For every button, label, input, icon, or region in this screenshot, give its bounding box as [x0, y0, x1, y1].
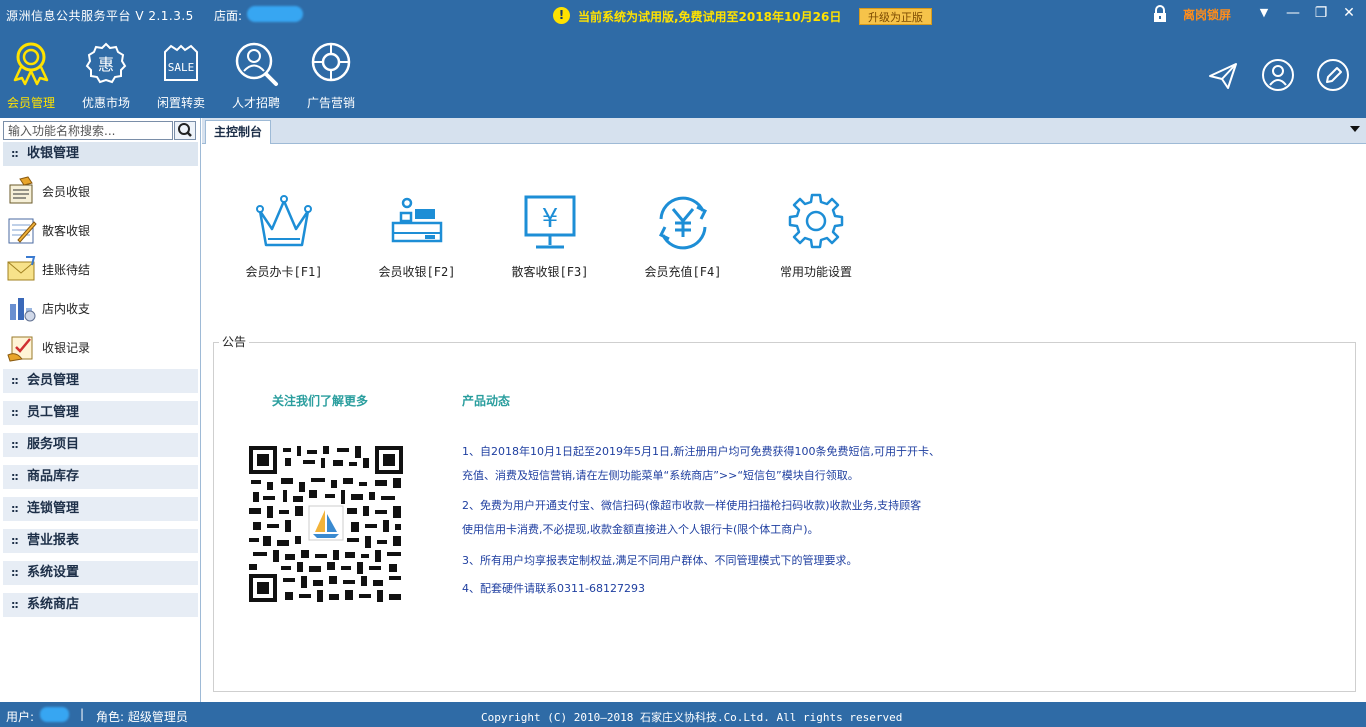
svg-text:¥: ¥ — [542, 204, 559, 234]
function-label: 常用功能设置 — [779, 265, 852, 279]
news-line: 2、免费为用户开通支付宝、微信扫码(像超市收款一样使用扫描枪扫码收款)收款业务,… — [462, 499, 922, 512]
separator: | — [80, 707, 85, 721]
cash-register-icon — [391, 197, 443, 243]
minimize-button[interactable]: — — [1283, 4, 1303, 22]
gear-icon — [788, 193, 844, 249]
checklist-icon — [7, 336, 33, 362]
news-line: 4、配套硬件请联系0311-68127293 — [462, 582, 645, 595]
tab-main-console[interactable]: 主控制台 — [205, 120, 271, 144]
crown-icon — [256, 195, 312, 247]
store-label: 店面: — [214, 9, 243, 23]
title-bar: 源洲信息公共服务平台 V 2.1.3.5 店面: ! 当前系统为试用版,免费试用… — [0, 0, 1366, 32]
close-button[interactable]: ✕ — [1339, 4, 1359, 22]
nav-item-ads[interactable]: 广告营销 — [295, 40, 367, 112]
restore-button[interactable]: ❐ — [1311, 4, 1331, 22]
function-label: 散客收银[F3] — [511, 265, 589, 279]
search-icon — [178, 123, 192, 137]
dropdown-icon[interactable]: ▼ — [1254, 4, 1274, 22]
chart-icon — [10, 298, 36, 322]
function-label: 会员收银[F2] — [378, 265, 456, 279]
discount-icon: 惠 — [85, 42, 127, 84]
copyright-text: Copyright (C) 2010—2018 石家庄义协科技.Co.Ltd. … — [481, 711, 903, 724]
register-icon — [9, 176, 33, 204]
nav-label: 人才招聘 — [231, 96, 280, 110]
nav-label: 优惠市场 — [81, 96, 130, 110]
sidebar-group-staff[interactable]: 员工管理 — [3, 401, 198, 425]
role-label: 角色: 超级管理员 — [96, 710, 188, 724]
sidebar-group-reports[interactable]: 营业报表 — [3, 529, 198, 553]
notice-title: 公告 — [219, 333, 250, 350]
tab-strip: 主控制台 — [202, 118, 1366, 144]
send-icon[interactable] — [1206, 58, 1240, 92]
sidebar-item-cashier-records[interactable]: 收银记录 — [6, 330, 196, 364]
lock-icon[interactable] — [1152, 5, 1168, 23]
sidebar-item-pending[interactable]: 挂账待结 — [6, 252, 196, 286]
ribbon-icon — [13, 42, 49, 86]
common-settings-button[interactable]: 常用功能设置 — [756, 191, 876, 287]
sidebar-item-label: 会员收银 — [42, 185, 91, 199]
follow-us-heading: 关注我们了解更多 — [272, 394, 369, 408]
magnifier-person-icon — [235, 42, 278, 86]
main-console: 会员办卡[F1] 会员收银[F2] ¥ 散客收银[F3] 会员充值[F4] 常用… — [202, 145, 1366, 702]
yen-monitor-icon: ¥ — [524, 195, 576, 249]
sidebar-group-inventory[interactable]: 商品库存 — [3, 465, 198, 489]
qr-code — [247, 444, 405, 604]
tab-menu-dropdown-icon[interactable] — [1350, 126, 1360, 132]
trial-notice: 当前系统为试用版,免费试用至2018年10月26日 — [578, 10, 842, 24]
guest-checkout-button[interactable]: ¥ 散客收银[F3] — [490, 191, 610, 287]
sale-bag-icon: SALE — [164, 44, 198, 81]
lock-screen-button[interactable]: 离岗锁屏 — [1183, 6, 1231, 23]
nav-label: 闲置转卖 — [156, 96, 205, 110]
sidebar-item-label: 店内收支 — [42, 302, 91, 316]
sidebar-item-label: 挂账待结 — [42, 263, 91, 277]
sidebar-group-member[interactable]: 会员管理 — [3, 369, 198, 393]
search-button[interactable] — [174, 121, 196, 140]
edit-icon[interactable] — [1316, 58, 1350, 92]
nav-item-resale[interactable]: SALE 闲置转卖 — [145, 40, 217, 112]
member-card-button[interactable]: 会员办卡[F1] — [224, 191, 344, 287]
top-nav: 会员管理 惠 优惠市场 SALE 闲置转卖 人才招聘 广告营销 — [0, 32, 1366, 118]
sidebar-group-settings[interactable]: 系统设置 — [3, 561, 198, 585]
sidebar-item-member-checkout[interactable]: 会员收银 — [6, 174, 196, 208]
sidebar-item-guest-checkout[interactable]: 散客收银 — [6, 213, 196, 247]
upgrade-button[interactable]: 升级为正版 — [859, 8, 932, 25]
svg-text:SALE: SALE — [168, 61, 195, 74]
user-name-redacted — [40, 707, 69, 722]
member-recharge-button[interactable]: 会员充值[F4] — [623, 191, 743, 287]
news-line: 1、自2018年10月1日起至2019年5月1日,新注册用户均可免费获得100条… — [462, 445, 940, 458]
svg-text:惠: 惠 — [98, 55, 114, 74]
sidebar-group-chain[interactable]: 连锁管理 — [3, 497, 198, 521]
function-search-input[interactable] — [3, 121, 173, 140]
status-bar: 用户: | 角色: 超级管理员 Copyright (C) 2010—2018 … — [0, 702, 1366, 727]
product-news-heading: 产品动态 — [462, 394, 511, 408]
sidebar-item-store-finance[interactable]: 店内收支 — [6, 291, 196, 325]
app-title: 源洲信息公共服务平台 V 2.1.3.5 — [6, 9, 194, 23]
sidebar-group-services[interactable]: 服务项目 — [3, 433, 198, 457]
nav-label: 广告营销 — [306, 96, 355, 110]
nav-item-discount[interactable]: 惠 优惠市场 — [70, 40, 142, 112]
news-line: 使用信用卡消费,不必提现,收款金额直接进入个人银行卡(限个体工商户)。 — [462, 523, 819, 536]
notepad-icon — [8, 218, 37, 244]
sidebar-group-cashier[interactable]: 收银管理 — [3, 142, 198, 166]
yen-refresh-icon — [658, 196, 708, 250]
function-label: 会员办卡[F1] — [245, 265, 323, 279]
sidebar: 收银管理 会员收银 散客收银 挂账待结 — [0, 118, 201, 702]
nav-label: 会员管理 — [6, 96, 55, 110]
user-label: 用户: — [6, 710, 35, 724]
sidebar-item-label: 收银记录 — [42, 341, 91, 355]
lifebuoy-icon — [311, 42, 351, 82]
member-checkout-button[interactable]: 会员收银[F2] — [357, 191, 477, 287]
store-name-redacted — [247, 6, 303, 22]
sidebar-group-store[interactable]: 系统商店 — [3, 593, 198, 617]
warning-icon: ! — [553, 7, 570, 24]
nav-item-recruit[interactable]: 人才招聘 — [220, 40, 292, 112]
nav-item-member[interactable]: 会员管理 — [0, 40, 67, 112]
function-label: 会员充值[F4] — [644, 265, 722, 279]
sidebar-item-label: 散客收银 — [42, 224, 91, 238]
envelope-icon — [7, 256, 36, 281]
news-line: 3、所有用户均享报表定制权益,满足不同用户群体、不同管理模式下的管理要求。 — [462, 554, 858, 567]
news-line: 充值、消费及短信营销,请在左侧功能菜单“系统商店”>>“短信包”模块自行领取。 — [462, 469, 859, 482]
user-icon[interactable] — [1261, 58, 1295, 92]
